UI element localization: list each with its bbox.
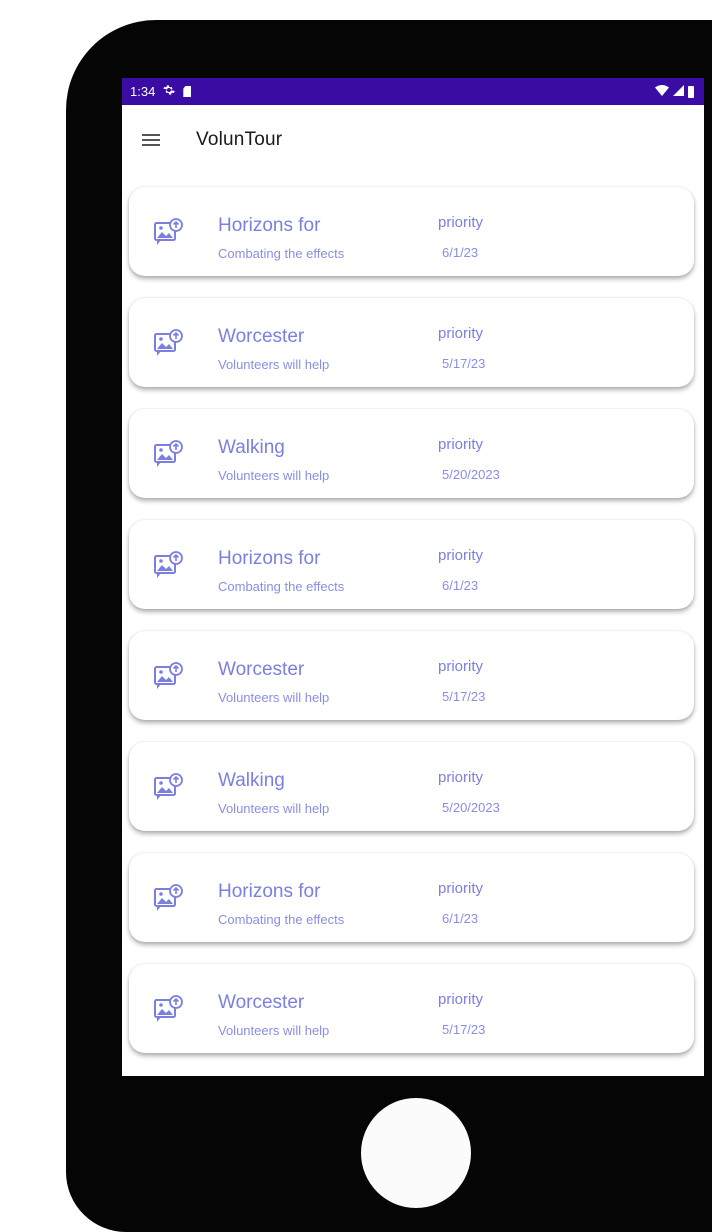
app-title: VolunTour <box>196 129 283 150</box>
image-upload-icon <box>152 772 184 804</box>
item-date: 5/20/2023 <box>442 467 500 482</box>
status-time: 1:34 <box>130 84 156 99</box>
item-date: 5/17/23 <box>442 356 486 371</box>
item-title: Worcester <box>218 992 305 1013</box>
item-priority-label: priority <box>438 658 484 675</box>
home-button[interactable] <box>361 1098 471 1208</box>
item-title: Horizons for <box>218 548 321 569</box>
item-priority-label: priority <box>438 880 484 897</box>
list-item[interactable]: Worcester Volunteers will help priority … <box>129 964 694 1053</box>
item-priority-label: priority <box>438 436 484 453</box>
status-bar: 1:34 <box>122 78 704 105</box>
hamburger-menu-icon[interactable] <box>142 133 160 147</box>
item-title: Worcester <box>218 659 305 680</box>
app-screen: 1:34 VolunTour Horizons for Combating th… <box>122 78 704 1076</box>
item-priority-label: priority <box>438 769 484 786</box>
item-title: Horizons for <box>218 881 321 902</box>
item-title: Walking <box>218 770 285 791</box>
list-item[interactable]: Worcester Volunteers will help priority … <box>129 298 694 387</box>
item-subtitle: Volunteers will help <box>218 690 330 705</box>
item-priority-label: priority <box>438 214 484 231</box>
image-upload-icon <box>152 550 184 582</box>
list-item[interactable]: Walking Volunteers will help priority 5/… <box>129 409 694 498</box>
item-subtitle: Combating the effects <box>218 912 345 927</box>
opportunity-list: Horizons for Combating the effects prior… <box>122 175 704 1053</box>
item-subtitle: Combating the effects <box>218 246 345 261</box>
image-upload-icon <box>152 661 184 693</box>
signal-icon <box>673 84 684 99</box>
item-title: Horizons for <box>218 215 321 236</box>
item-subtitle: Volunteers will help <box>218 468 330 483</box>
item-date: 6/1/23 <box>442 245 479 260</box>
image-upload-icon <box>152 439 184 471</box>
image-upload-icon <box>152 328 184 360</box>
item-priority-label: priority <box>438 547 484 564</box>
app-bar: VolunTour <box>122 105 704 175</box>
item-date: 5/20/2023 <box>442 800 500 815</box>
item-date: 6/1/23 <box>442 911 479 926</box>
list-item[interactable]: Horizons for Combating the effects prior… <box>129 187 694 276</box>
item-subtitle: Volunteers will help <box>218 357 330 372</box>
item-date: 5/17/23 <box>442 689 486 704</box>
item-subtitle: Volunteers will help <box>218 801 330 816</box>
list-item[interactable]: Horizons for Combating the effects prior… <box>129 853 694 942</box>
item-priority-label: priority <box>438 991 484 1008</box>
battery-icon <box>688 85 694 98</box>
wifi-icon <box>655 84 669 99</box>
settings-gear-icon <box>163 84 176 99</box>
item-title: Worcester <box>218 326 305 347</box>
item-date: 6/1/23 <box>442 578 479 593</box>
list-item[interactable]: Worcester Volunteers will help priority … <box>129 631 694 720</box>
list-item[interactable]: Walking Volunteers will help priority 5/… <box>129 742 694 831</box>
sd-card-icon <box>183 86 192 97</box>
item-subtitle: Combating the effects <box>218 579 345 594</box>
item-date: 5/17/23 <box>442 1022 486 1037</box>
item-subtitle: Volunteers will help <box>218 1023 330 1038</box>
list-item[interactable]: Horizons for Combating the effects prior… <box>129 520 694 609</box>
image-upload-icon <box>152 994 184 1026</box>
image-upload-icon <box>152 883 184 915</box>
item-title: Walking <box>218 437 285 458</box>
image-upload-icon <box>152 217 184 249</box>
item-priority-label: priority <box>438 325 484 342</box>
